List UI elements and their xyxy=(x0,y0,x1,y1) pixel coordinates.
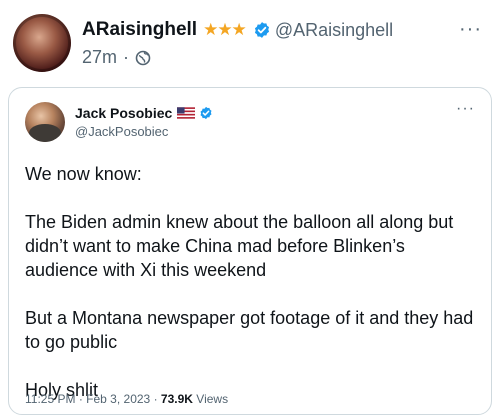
quoted-author-handle[interactable]: @JackPosobiec xyxy=(75,124,168,139)
quoted-more-options-button[interactable]: ··· xyxy=(456,100,475,118)
quoted-author-avatar[interactable] xyxy=(25,102,65,142)
views-count[interactable]: 73.9K xyxy=(161,392,193,406)
post-meta: 27m · xyxy=(82,47,151,68)
verified-badge-icon xyxy=(254,22,269,38)
tweet-paragraph: But a Montana newspaper got footage of i… xyxy=(25,308,474,352)
avatar-cap xyxy=(29,124,61,142)
footer-separator: · xyxy=(153,392,158,406)
quoted-verified-badge-icon xyxy=(200,106,212,120)
quoted-tweet[interactable]: Jack Posobiec @JackPosobiec ··· We now k… xyxy=(8,87,492,415)
quoted-tweet-text: We now know: The Biden admin knew about … xyxy=(25,162,481,414)
footer-separator: · xyxy=(78,392,83,406)
author-line: ARaisinghell ★★★ @ARaisinghell xyxy=(82,19,393,41)
post-time[interactable]: 27m xyxy=(82,47,117,68)
post-header: ARaisinghell ★★★ @ARaisinghell 27m · ··· xyxy=(0,0,500,80)
meta-separator: · xyxy=(123,47,130,67)
tweet-date[interactable]: Feb 3, 2023 xyxy=(86,392,150,406)
avatar[interactable] xyxy=(13,14,71,72)
quoted-tweet-footer: 11:25 PM · Feb 3, 2023 · 73.9K Views xyxy=(25,392,228,406)
tweet-paragraph: The Biden admin knew about the balloon a… xyxy=(25,212,454,280)
tweet-time[interactable]: 11:25 PM xyxy=(25,392,75,406)
more-options-button[interactable]: ··· xyxy=(459,18,482,41)
globe-icon xyxy=(135,50,151,65)
author-handle[interactable]: @ARaisinghell xyxy=(275,20,393,41)
quoted-author-name[interactable]: Jack Posobiec xyxy=(75,105,172,121)
tweet-paragraph: We now know: xyxy=(25,164,142,184)
author-display-name[interactable]: ARaisinghell xyxy=(82,19,197,41)
us-flag-icon xyxy=(177,107,196,119)
quoted-author-line: Jack Posobiec xyxy=(75,105,213,121)
star-badge-icon: ★★★ xyxy=(203,20,247,39)
avatar-ring xyxy=(13,14,71,72)
views-label: Views xyxy=(196,392,229,406)
